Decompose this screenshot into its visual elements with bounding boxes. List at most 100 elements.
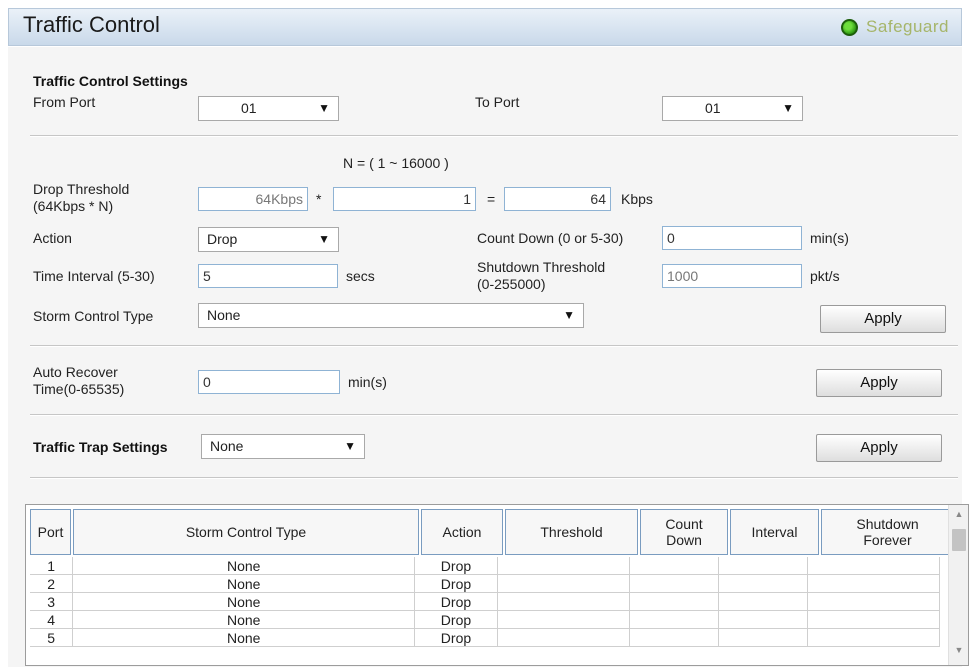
countdown-label: Count Down (0 or 5-30) bbox=[477, 230, 624, 246]
shutdown-unit: pkt/s bbox=[810, 268, 840, 284]
safeguard-label: Safeguard bbox=[866, 17, 949, 36]
divider bbox=[30, 477, 958, 479]
cell-port: 2 bbox=[47, 576, 56, 592]
cell-action: Drop bbox=[414, 593, 497, 611]
auto-recover-range: Time(0-65535) bbox=[33, 381, 125, 397]
cell-storm-type: None bbox=[72, 593, 414, 611]
page-title: Traffic Control bbox=[23, 12, 160, 37]
n-multiplier-input[interactable]: 1 bbox=[333, 187, 476, 211]
cell-shutdown-forever bbox=[807, 575, 941, 593]
auto-recover-unit: min(s) bbox=[348, 374, 387, 390]
auto-recover-input[interactable]: 0 bbox=[198, 370, 340, 394]
section-heading-settings: Traffic Control Settings bbox=[33, 73, 188, 89]
cell-port: 5 bbox=[47, 630, 56, 646]
drop-threshold-label: Drop Threshold bbox=[33, 181, 130, 197]
interval-unit: secs bbox=[346, 268, 375, 284]
cell-shutdown-forever bbox=[807, 629, 941, 647]
chevron-down-icon: ▼ bbox=[344, 439, 356, 453]
drop-threshold-result: 64 bbox=[504, 187, 611, 211]
col-interval: Interval bbox=[730, 509, 819, 555]
from-port-value: 01 bbox=[241, 100, 257, 116]
table-row: 3 None Drop bbox=[30, 593, 941, 611]
traffic-trap-select[interactable]: None ▼ bbox=[201, 434, 365, 459]
cell-action: Drop bbox=[414, 611, 497, 629]
scroll-thumb[interactable] bbox=[952, 529, 966, 551]
cell-interval bbox=[717, 629, 807, 647]
to-port-select[interactable]: 01 ▼ bbox=[662, 96, 803, 121]
divider bbox=[30, 345, 958, 347]
storm-control-table: Port Storm Control Type Action Threshold… bbox=[25, 504, 969, 666]
cell-storm-type: None bbox=[72, 575, 414, 593]
action-label: Action bbox=[33, 230, 72, 246]
apply-trap-button[interactable]: Apply bbox=[816, 434, 942, 462]
divider bbox=[30, 414, 958, 416]
cell-port: 1 bbox=[47, 558, 56, 574]
scroll-down-icon[interactable]: ▼ bbox=[949, 645, 968, 661]
from-port-select[interactable]: 01 ▼ bbox=[198, 96, 339, 121]
chevron-down-icon: ▼ bbox=[318, 232, 330, 246]
divider bbox=[30, 135, 958, 137]
table-row: 5 None Drop bbox=[30, 629, 941, 647]
traffic-trap-label: Traffic Trap Settings bbox=[33, 439, 168, 455]
chevron-down-icon: ▼ bbox=[782, 101, 794, 115]
table-header: Port Storm Control Type Action Threshold… bbox=[30, 509, 956, 555]
table-body: 1 None Drop 2 None Drop 3 None Drop 4 No… bbox=[30, 557, 941, 647]
n-range-hint: N = ( 1 ~ 16000 ) bbox=[343, 155, 449, 171]
cell-action: Drop bbox=[414, 629, 497, 647]
col-storm-control-type: Storm Control Type bbox=[73, 509, 419, 555]
cell-port: 4 bbox=[47, 612, 56, 628]
cell-count-down bbox=[629, 575, 717, 593]
scroll-up-icon[interactable]: ▲ bbox=[949, 509, 968, 525]
equals-symbol: = bbox=[487, 191, 496, 207]
shutdown-threshold-range: (0-255000) bbox=[477, 276, 546, 292]
shutdown-threshold-label: Shutdown Threshold bbox=[477, 259, 606, 275]
col-action: Action bbox=[421, 509, 503, 555]
cell-interval bbox=[717, 575, 807, 593]
safeguard-indicator: Safeguard bbox=[841, 17, 949, 37]
storm-control-type-value: None bbox=[207, 307, 241, 323]
apply-auto-recover-button[interactable]: Apply bbox=[816, 369, 942, 397]
to-port-label: To Port bbox=[475, 94, 520, 110]
cell-threshold bbox=[496, 575, 630, 593]
cell-threshold bbox=[496, 629, 630, 647]
shutdown-threshold-input[interactable]: 1000 bbox=[662, 264, 802, 288]
cell-shutdown-forever bbox=[807, 593, 941, 611]
col-threshold: Threshold bbox=[505, 509, 638, 555]
drop-threshold-sublabel: (64Kbps * N) bbox=[33, 198, 114, 214]
cell-interval bbox=[717, 611, 807, 629]
table-row: 4 None Drop bbox=[30, 611, 941, 629]
cell-count-down bbox=[629, 611, 717, 629]
cell-count-down bbox=[629, 593, 717, 611]
time-interval-label: Time Interval (5-30) bbox=[33, 268, 155, 284]
cell-interval bbox=[717, 557, 807, 575]
cell-storm-type: None bbox=[72, 611, 414, 629]
table-row: 1 None Drop bbox=[30, 557, 941, 575]
storm-control-type-select[interactable]: None ▼ bbox=[198, 303, 584, 328]
action-value: Drop bbox=[207, 231, 238, 247]
cell-shutdown-forever bbox=[807, 611, 941, 629]
time-interval-input[interactable]: 5 bbox=[198, 264, 338, 288]
cell-action: Drop bbox=[414, 575, 497, 593]
countdown-unit: min(s) bbox=[810, 230, 849, 246]
storm-control-type-label: Storm Control Type bbox=[33, 308, 154, 324]
col-shutdown-forever: Shutdown Forever bbox=[821, 509, 954, 555]
page-header: Traffic Control Safeguard bbox=[8, 8, 962, 46]
table-row: 2 None Drop bbox=[30, 575, 941, 593]
result-unit: Kbps bbox=[621, 191, 653, 207]
cell-storm-type: None bbox=[72, 557, 414, 575]
countdown-input[interactable]: 0 bbox=[662, 226, 802, 250]
cell-port: 3 bbox=[47, 594, 56, 610]
cell-count-down bbox=[629, 629, 717, 647]
from-port-label: From Port bbox=[33, 94, 96, 110]
cell-threshold bbox=[496, 557, 630, 575]
multiply-symbol: * bbox=[316, 191, 322, 207]
base-rate-field: 64Kbps bbox=[198, 187, 308, 211]
green-status-icon bbox=[841, 18, 859, 36]
cell-action: Drop bbox=[414, 557, 497, 575]
apply-settings-button[interactable]: Apply bbox=[820, 305, 946, 333]
col-port: Port bbox=[30, 509, 71, 555]
traffic-trap-value: None bbox=[210, 438, 244, 454]
action-select[interactable]: Drop ▼ bbox=[198, 227, 339, 252]
table-scrollbar[interactable]: ▲ ▼ bbox=[948, 505, 968, 665]
chevron-down-icon: ▼ bbox=[563, 308, 575, 322]
